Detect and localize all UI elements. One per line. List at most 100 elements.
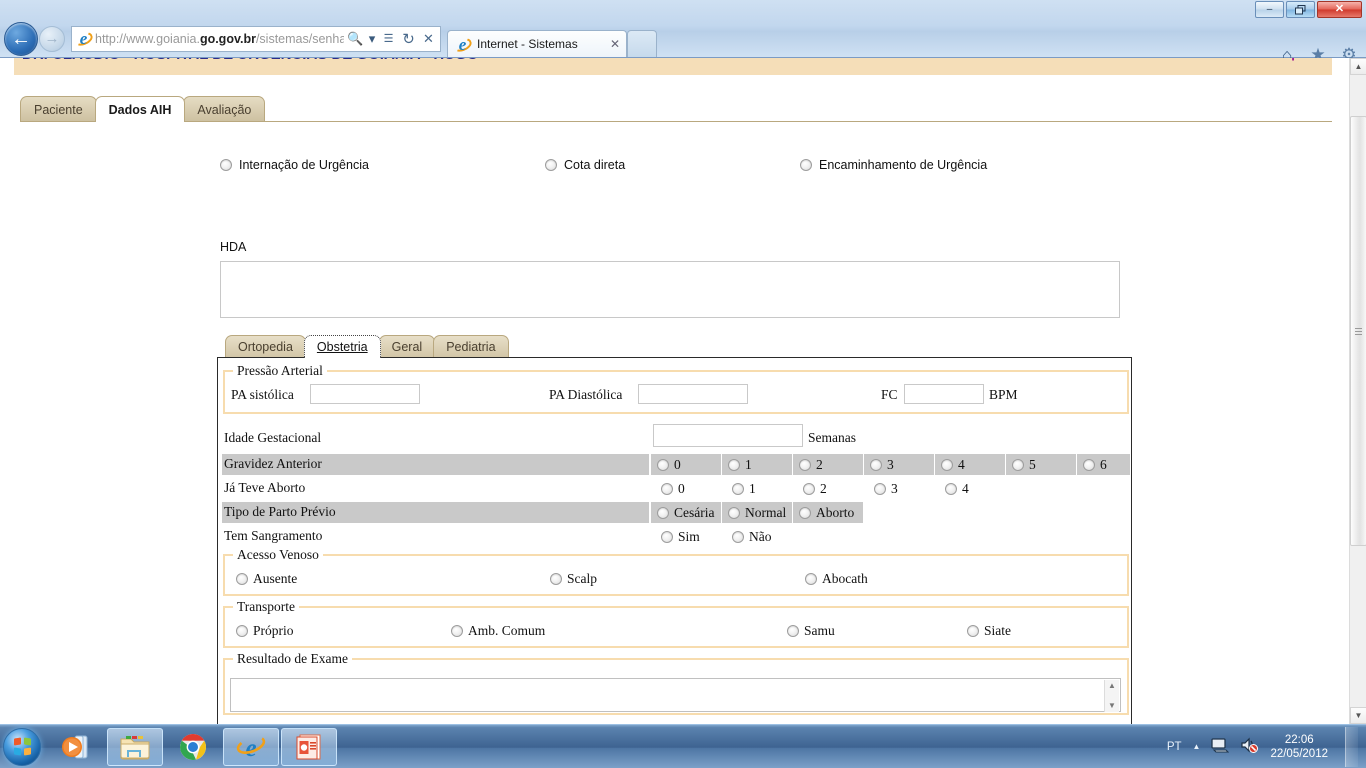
close-button[interactable]: ✕ [1317, 1, 1362, 18]
textarea-scrollbar[interactable]: ▲ ▼ [1104, 680, 1119, 712]
network-icon[interactable] [1211, 737, 1230, 756]
radio-parto-cesaria[interactable]: Cesária [651, 502, 721, 523]
radio-circle-icon[interactable] [728, 458, 740, 471]
idade-gestacional-input[interactable] [653, 424, 803, 447]
tab-geral[interactable]: Geral [378, 335, 436, 358]
scroll-up-icon[interactable]: ▲ [1108, 680, 1116, 692]
radio-gravidez-5[interactable]: 5 [1006, 454, 1076, 475]
minimize-button[interactable]: – [1255, 1, 1284, 18]
radio-gravidez-0[interactable]: 0 [651, 454, 721, 475]
taskbar-powerpoint[interactable] [281, 727, 337, 766]
radio-circle-icon[interactable] [1012, 458, 1024, 471]
radio-circle-icon[interactable] [236, 573, 248, 585]
radio-parto-aborto[interactable]: Aborto [793, 502, 863, 523]
radio-circle-icon[interactable] [799, 506, 811, 519]
page-vertical-scrollbar[interactable]: ▲ ▼ [1349, 58, 1366, 724]
tab-avaliacao[interactable]: Avaliação [183, 96, 266, 122]
radio-acesso-ausente[interactable]: Ausente [236, 571, 297, 587]
compatibility-view-icon[interactable]: ☰ [380, 29, 397, 49]
radio-aborto-1[interactable]: 1 [732, 481, 756, 497]
start-button[interactable] [3, 727, 41, 766]
radio-circle-icon[interactable] [800, 159, 812, 171]
radio-circle-icon[interactable] [941, 458, 953, 471]
radio-circle-icon[interactable] [657, 458, 669, 471]
address-bar[interactable]: e http://www.goiania.go.gov.br/sistemas/… [71, 25, 441, 52]
tab-dados-aih[interactable]: Dados AIH [94, 96, 186, 122]
radio-cota-direta[interactable]: Cota direta [545, 158, 625, 172]
taskbar-windows-explorer[interactable] [107, 727, 163, 766]
radio-circle-icon[interactable] [870, 458, 882, 471]
radio-circle-icon[interactable] [799, 458, 811, 471]
radio-circle-icon[interactable] [805, 573, 817, 585]
search-icon[interactable]: 🔍 [347, 29, 364, 49]
radio-aborto-4[interactable]: 4 [945, 481, 969, 497]
radio-acesso-abocath[interactable]: Abocath [805, 571, 868, 587]
radio-circle-icon[interactable] [967, 625, 979, 637]
radio-circle-icon[interactable] [451, 625, 463, 637]
stop-icon[interactable]: ✕ [420, 29, 437, 49]
radio-aborto-3[interactable]: 3 [874, 481, 898, 497]
radio-circle-icon[interactable] [728, 506, 740, 519]
radio-parto-normal[interactable]: Normal [722, 502, 792, 523]
radio-transporte-amb-comum[interactable]: Amb. Comum [451, 623, 545, 639]
menu-principal-link[interactable]: Menu Principal [1218, 58, 1310, 61]
scrollbar-down-button[interactable]: ▼ [1350, 707, 1366, 724]
radio-circle-icon[interactable] [545, 159, 557, 171]
radio-circle-icon[interactable] [661, 483, 673, 495]
taskbar-media-player[interactable] [49, 728, 105, 766]
radio-gravidez-3[interactable]: 3 [864, 454, 934, 475]
radio-circle-icon[interactable] [550, 573, 562, 585]
tab-ortopedia[interactable]: Ortopedia [225, 335, 306, 358]
radio-aborto-2[interactable]: 2 [803, 481, 827, 497]
tab-paciente[interactable]: Paciente [20, 96, 97, 122]
radio-circle-icon[interactable] [236, 625, 248, 637]
tab-close-icon[interactable]: ✕ [610, 37, 620, 51]
radio-gravidez-4[interactable]: 4 [935, 454, 1005, 475]
refresh-icon[interactable]: ↻ [400, 29, 417, 49]
radio-circle-icon[interactable] [1083, 458, 1095, 471]
radio-transporte-samu[interactable]: Samu [787, 623, 835, 639]
language-indicator[interactable]: PT [1167, 741, 1182, 753]
taskbar-clock[interactable]: 22:06 22/05/2012 [1270, 733, 1328, 761]
volume-muted-icon[interactable] [1240, 737, 1259, 756]
radio-circle-icon[interactable] [732, 531, 744, 543]
radio-circle-icon[interactable] [874, 483, 886, 495]
show-desktop-button[interactable] [1345, 726, 1358, 767]
browser-tab-internet-sistemas[interactable]: e Internet - Sistemas ✕ [447, 30, 627, 57]
radio-circle-icon[interactable] [787, 625, 799, 637]
fc-input[interactable] [904, 384, 984, 404]
radio-circle-icon[interactable] [945, 483, 957, 495]
radio-circle-icon[interactable] [803, 483, 815, 495]
radio-aborto-0[interactable]: 0 [661, 481, 685, 497]
scrollbar-up-button[interactable]: ▲ [1350, 58, 1366, 75]
forward-button[interactable]: → [39, 25, 65, 52]
radio-encaminhamento-urgencia[interactable]: Encaminhamento de Urgência [800, 158, 987, 172]
radio-transporte-siate[interactable]: Siate [967, 623, 1011, 639]
hda-textarea[interactable] [220, 261, 1120, 318]
radio-acesso-scalp[interactable]: Scalp [550, 571, 597, 587]
radio-internacao-urgencia[interactable]: Internação de Urgência [220, 158, 369, 172]
radio-sangramento-nao[interactable]: Não [732, 529, 772, 545]
resultado-exame-textarea[interactable]: ▲ ▼ [230, 678, 1121, 712]
show-hidden-icons-chevron-icon[interactable]: ▲ [1193, 742, 1201, 751]
radio-sangramento-sim[interactable]: Sim [661, 529, 700, 545]
restore-button[interactable] [1286, 1, 1315, 18]
taskbar-internet-explorer[interactable]: e [223, 727, 279, 766]
radio-gravidez-2[interactable]: 2 [793, 454, 863, 475]
taskbar-google-chrome[interactable] [165, 728, 221, 766]
pa-sistolica-input[interactable] [310, 384, 420, 404]
radio-circle-icon[interactable] [732, 483, 744, 495]
scroll-down-icon[interactable]: ▼ [1108, 700, 1116, 712]
radio-gravidez-1[interactable]: 1 [722, 454, 792, 475]
scrollbar-thumb[interactable] [1350, 116, 1366, 546]
tab-pediatria[interactable]: Pediatria [433, 335, 509, 358]
chevron-down-icon[interactable]: ▾ [367, 29, 377, 49]
tab-obstetria[interactable]: Obstetria [303, 335, 381, 358]
new-tab-button[interactable] [627, 30, 657, 57]
radio-circle-icon[interactable] [661, 531, 673, 543]
radio-circle-icon[interactable] [657, 506, 669, 519]
radio-gravidez-6[interactable]: 6 [1077, 454, 1130, 475]
radio-circle-icon[interactable] [220, 159, 232, 171]
pa-diastolica-input[interactable] [638, 384, 748, 404]
back-button[interactable]: ← [4, 21, 38, 56]
